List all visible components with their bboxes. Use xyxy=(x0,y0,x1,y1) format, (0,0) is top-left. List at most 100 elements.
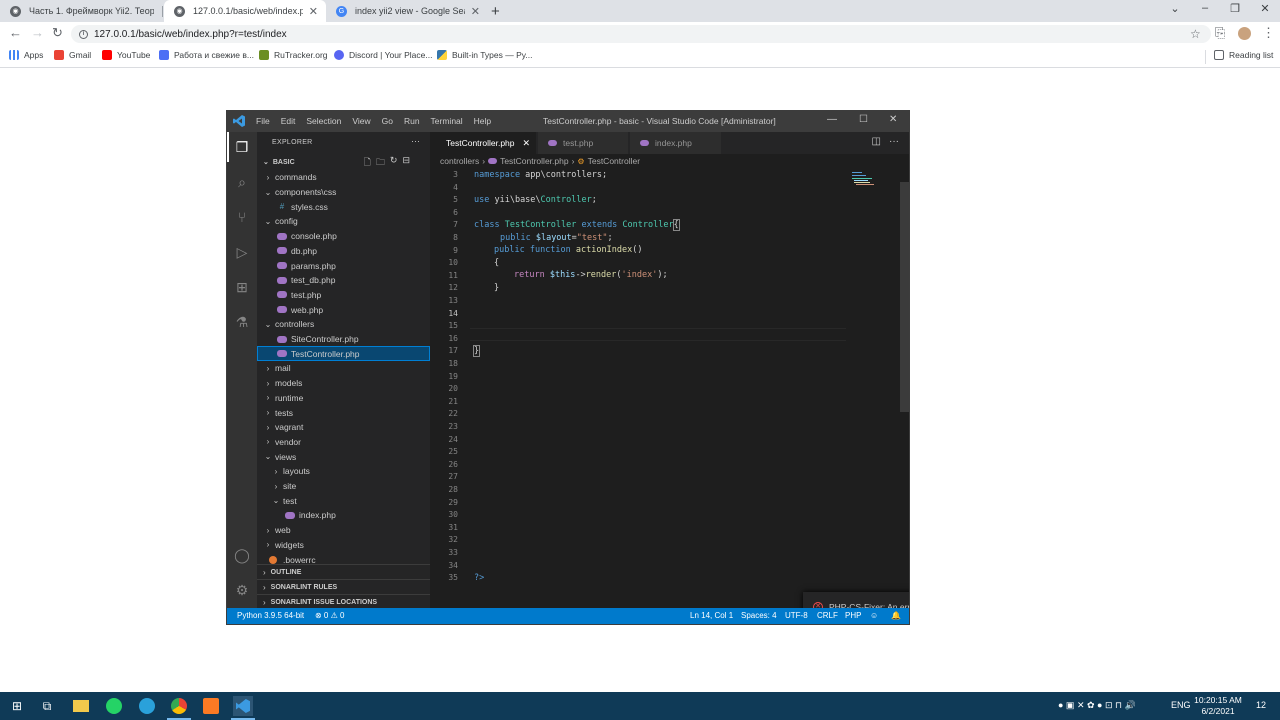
close-button[interactable]: ✕ xyxy=(1250,2,1280,15)
menu-run[interactable]: Run xyxy=(404,116,420,126)
chrome-icon[interactable] xyxy=(169,696,189,716)
back-button[interactable]: ← xyxy=(9,25,22,40)
tree-item[interactable]: test.php xyxy=(257,288,430,303)
bookmark-rutracker[interactable]: RuTracker.org xyxy=(259,50,328,60)
restore-button[interactable]: ❐ xyxy=(1220,2,1250,15)
new-tab-button[interactable]: + xyxy=(491,3,500,20)
tree-item[interactable]: TestController.php xyxy=(257,346,430,362)
info-icon[interactable]: i xyxy=(79,29,88,39)
indentation[interactable]: Spaces: 4 xyxy=(741,611,777,620)
bookmark-star-icon[interactable]: ☆ xyxy=(1190,27,1201,41)
task-view-icon[interactable]: ⧉ xyxy=(37,696,57,716)
run-debug-icon[interactable]: ▷ xyxy=(233,243,251,261)
file-explorer-icon[interactable] xyxy=(71,696,91,716)
input-language[interactable]: ENG xyxy=(1171,700,1191,710)
tree-item[interactable]: db.php xyxy=(257,244,430,259)
tree-item[interactable]: › site xyxy=(257,479,430,494)
breadcrumb-file[interactable]: TestController.php xyxy=(500,156,569,166)
forward-button[interactable]: → xyxy=(31,25,44,40)
menu-help[interactable]: Help xyxy=(474,116,491,126)
new-folder-icon[interactable]: 🗀 xyxy=(376,155,385,171)
vscode-taskbar-icon[interactable] xyxy=(233,696,253,716)
address-bar[interactable]: i 127.0.0.1/basic/web/index.php?r=test/i… xyxy=(71,25,1211,43)
breadcrumb-folder[interactable]: controllers xyxy=(440,156,479,166)
tree-item[interactable]: › models xyxy=(257,376,430,391)
bookmark-gmail[interactable]: Gmail xyxy=(54,50,91,60)
tree-item[interactable]: ⌄ config xyxy=(257,214,430,229)
editor-tab-testcontroller[interactable]: TestController.php ✕ xyxy=(430,132,537,154)
tree-item[interactable]: › web xyxy=(257,523,430,538)
breadcrumb-symbol[interactable]: TestController xyxy=(588,156,640,166)
xampp-icon[interactable] xyxy=(201,696,221,716)
language-mode[interactable]: PHP xyxy=(845,611,861,620)
tree-item[interactable]: web.php xyxy=(257,302,430,317)
menu-file[interactable]: File xyxy=(256,116,270,126)
split-editor-icon[interactable]: ◫ xyxy=(872,136,881,147)
problems-indicator[interactable]: ⊗ 0 ⚠ 0 xyxy=(315,611,344,620)
encoding[interactable]: UTF-8 xyxy=(785,611,808,620)
cursor-position[interactable]: Ln 14, Col 1 xyxy=(690,611,733,620)
python-interpreter[interactable]: Python 3.9.5 64-bit xyxy=(237,611,304,620)
close-icon[interactable]: ✕ xyxy=(523,138,531,149)
bookmark-rabota[interactable]: Работа и свежие в... xyxy=(159,50,254,60)
vscode-maximize-button[interactable]: ☐ xyxy=(859,114,868,125)
extensions-icon[interactable]: ⎘ xyxy=(1215,25,1225,41)
reload-button[interactable]: ↻ xyxy=(52,25,63,41)
editor-tab-test[interactable]: test.php xyxy=(538,132,629,154)
reading-list-button[interactable]: Reading list xyxy=(1214,50,1273,60)
search-icon[interactable]: ⌕ xyxy=(233,173,251,191)
editor-tab-index[interactable]: index.php xyxy=(630,132,722,154)
close-tab-icon[interactable]: ✕ xyxy=(471,5,480,18)
whatsapp-icon[interactable] xyxy=(104,696,124,716)
sonarlint-issues-section[interactable]: › SONARLINT ISSUE LOCATIONS xyxy=(257,594,430,609)
menu-terminal[interactable]: Terminal xyxy=(431,116,463,126)
more-actions-icon[interactable]: ··· xyxy=(411,136,420,146)
tree-item[interactable]: › vendor xyxy=(257,435,430,450)
source-control-icon[interactable]: ⑂ xyxy=(233,208,251,226)
vscode-close-button[interactable]: ✕ xyxy=(889,114,897,125)
bookmark-youtube[interactable]: YouTube xyxy=(102,50,150,60)
more-actions-icon[interactable]: ··· xyxy=(889,136,899,147)
menu-icon[interactable]: ⋮ xyxy=(1262,25,1275,41)
browser-tab-1[interactable]: ◉ Часть 1. Фреймворк Yii2. Теори xyxy=(0,0,162,22)
browser-tab-2[interactable]: ◉ 127.0.0.1/basic/web/index.php?r ✕ xyxy=(164,0,326,22)
action-center-badge[interactable]: 12 xyxy=(1256,700,1266,710)
tree-item[interactable]: SiteController.php xyxy=(257,332,430,347)
close-tab-icon[interactable]: ✕ xyxy=(309,5,318,18)
tree-item[interactable]: ⌄ components\css xyxy=(257,185,430,200)
system-clock[interactable]: 10:20:15 AM 6/2/2021 xyxy=(1190,695,1246,717)
tree-item[interactable]: › widgets xyxy=(257,538,430,553)
tree-item[interactable]: › tests xyxy=(257,405,430,420)
testing-icon[interactable]: ⚗ xyxy=(233,313,251,331)
tree-item[interactable]: test_db.php xyxy=(257,273,430,288)
editor-scrollbar[interactable] xyxy=(900,182,909,412)
sonarlint-rules-section[interactable]: › SONARLINT RULES xyxy=(257,579,430,594)
collapse-all-icon[interactable]: ⊟ xyxy=(402,155,410,171)
menu-go[interactable]: Go xyxy=(382,116,393,126)
telegram-icon[interactable] xyxy=(137,696,157,716)
tab-search-icon[interactable]: ⌄ xyxy=(1160,2,1190,15)
notifications-bell-icon[interactable]: 🔔 xyxy=(891,611,901,620)
minimize-button[interactable]: – xyxy=(1190,2,1220,14)
workspace-root[interactable]: ⌄ BASIC 🗋 🗀 ↻ ⊟ xyxy=(257,155,430,169)
avatar[interactable] xyxy=(1238,27,1251,40)
explorer-icon[interactable]: ❐ xyxy=(233,138,251,156)
tree-item[interactable]: # styles.css xyxy=(257,199,430,214)
bookmark-apps[interactable]: Apps xyxy=(9,50,43,60)
vscode-minimize-button[interactable]: — xyxy=(827,114,837,125)
account-icon[interactable]: ◯ xyxy=(233,546,251,564)
refresh-icon[interactable]: ↻ xyxy=(390,155,398,171)
line-endings[interactable]: CRLF xyxy=(817,611,838,620)
settings-gear-icon[interactable]: ⚙ xyxy=(233,581,251,599)
new-file-icon[interactable]: 🗋 xyxy=(364,155,371,171)
extensions-icon[interactable]: ⊞ xyxy=(233,278,251,296)
browser-tab-3[interactable]: G index yii2 view - Google Search ✕ xyxy=(326,0,488,22)
tree-item[interactable]: ⌄ views xyxy=(257,449,430,464)
tree-item[interactable]: console.php xyxy=(257,229,430,244)
bookmark-discord[interactable]: Discord | Your Place... xyxy=(334,50,432,60)
tree-item[interactable]: › runtime xyxy=(257,391,430,406)
tree-item[interactable]: ⌄ controllers xyxy=(257,317,430,332)
tree-item[interactable]: index.php xyxy=(257,508,430,523)
tree-item[interactable]: › commands xyxy=(257,170,430,185)
menu-selection[interactable]: Selection xyxy=(306,116,341,126)
